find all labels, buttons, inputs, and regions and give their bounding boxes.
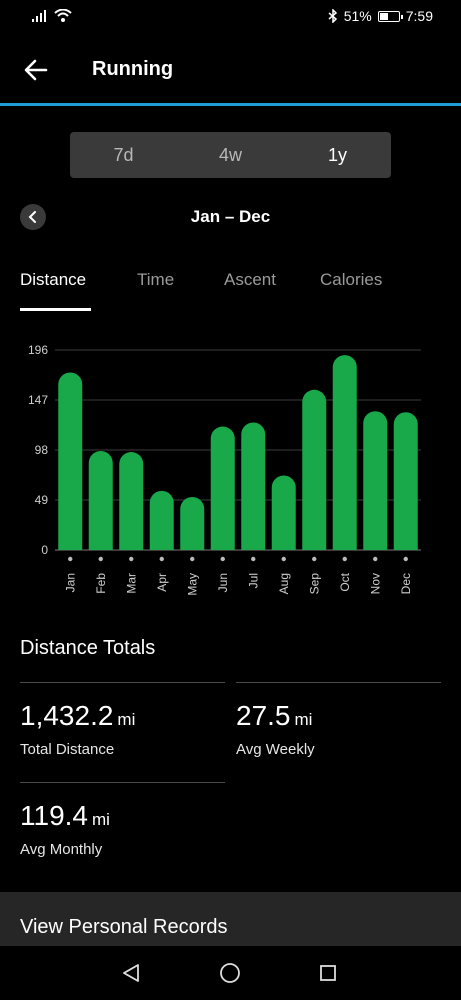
x-tick-label: Nov [368, 573, 382, 594]
stat-avg-weekly: 27.5 mi Avg Weekly [236, 700, 315, 758]
recents-square-icon [320, 965, 336, 981]
stat-label: Avg Monthly [20, 841, 103, 858]
divider [236, 682, 441, 683]
x-tick-label: Feb [94, 573, 108, 594]
wifi-icon [54, 9, 72, 22]
x-tick-label: May [185, 573, 199, 596]
date-range-label: Jan – Dec [190, 207, 271, 226]
x-tick-label: Jul [246, 573, 260, 588]
battery-icon [377, 10, 403, 22]
x-tick-dot [220, 556, 225, 562]
nav-back-button[interactable] [118, 960, 144, 986]
bar [180, 496, 205, 550]
x-tick-dot [342, 556, 347, 562]
stat-avg-monthly: 119.4 mi Avg Monthly [20, 800, 110, 858]
personal-records-row[interactable]: View Personal Records [0, 892, 461, 948]
personal-records-label: View Personal Records [20, 916, 228, 938]
nav-home-button[interactable] [217, 960, 243, 986]
tab-ascent[interactable]: Ascent [224, 270, 276, 290]
stat-unit: mi [117, 710, 136, 729]
bar [332, 355, 357, 550]
stat-value: 1,432.2 [20, 700, 114, 731]
x-tick-label: Apr [155, 573, 169, 592]
x-tick-label: Jun [216, 573, 230, 592]
x-tick-dot [373, 556, 378, 562]
x-tick-label: Dec [399, 573, 413, 594]
header-accent-line [0, 103, 461, 106]
y-tick-label: 49 [35, 493, 49, 507]
bar [88, 451, 113, 550]
status-bar: 51% 7:59 [0, 0, 461, 34]
range-option-7d[interactable]: 7d [70, 132, 177, 178]
app-header: Running [0, 34, 461, 104]
range-option-1y[interactable]: 1y [284, 132, 391, 178]
stat-value: 119.4 [20, 800, 88, 831]
back-button[interactable] [20, 54, 52, 86]
y-tick-label: 196 [28, 343, 48, 357]
stat-label: Avg Weekly [236, 741, 315, 758]
range-selector: 7d 4w 1y [70, 132, 391, 178]
tab-distance[interactable]: Distance [20, 270, 86, 290]
y-tick-label: 98 [35, 443, 49, 457]
clock: 7:59 [405, 8, 433, 24]
bar [58, 372, 83, 550]
stat-unit: mi [92, 810, 110, 829]
page-title: Running [92, 58, 174, 80]
back-triangle-icon [123, 964, 139, 982]
bar [241, 422, 266, 550]
stat-label: Total Distance [20, 741, 115, 758]
bar [271, 475, 296, 550]
x-tick-dot [403, 556, 408, 562]
totals-title: Distance Totals [20, 637, 156, 659]
y-tick-label: 0 [41, 543, 48, 557]
arrow-left-icon [24, 59, 48, 81]
x-tick-label: Mar [124, 573, 138, 594]
range-option-4w[interactable]: 4w [177, 132, 284, 178]
home-circle-icon [220, 963, 240, 983]
x-tick-label: Sep [307, 573, 321, 595]
y-tick-label: 147 [28, 393, 48, 407]
date-navigation: Jan – Dec [0, 200, 461, 234]
stat-unit: mi [294, 710, 313, 729]
stat-value: 27.5 [236, 700, 291, 731]
x-tick-label: Oct [338, 572, 352, 591]
bar [302, 389, 327, 550]
stat-total-distance: 1,432.2 mi Total Distance [20, 700, 135, 758]
bar [119, 452, 144, 550]
x-tick-label: Aug [277, 573, 291, 594]
bar [149, 490, 174, 550]
bar [363, 411, 388, 550]
metric-tabs: Distance Time Ascent Calories [0, 262, 461, 312]
x-tick-dot [251, 556, 256, 562]
x-tick-dot [98, 556, 103, 562]
nav-recents-button[interactable] [315, 960, 341, 986]
tab-underline [20, 308, 91, 311]
battery-percent: 51% [343, 8, 372, 24]
x-tick-dot [190, 556, 195, 562]
tab-time[interactable]: Time [137, 270, 174, 290]
divider [20, 682, 225, 683]
divider [20, 782, 225, 783]
bar [210, 426, 235, 550]
x-tick-dot [159, 556, 164, 562]
x-tick-dot [68, 556, 73, 562]
x-tick-dot [281, 556, 286, 562]
system-nav-bar [0, 946, 461, 1000]
bluetooth-icon [328, 9, 337, 23]
x-tick-label: Jan [63, 573, 77, 592]
signal-icon [32, 10, 46, 22]
distance-bar-chart: 0 49 98 147 196 Jan Feb Mar Apr May Jun Jul Aug Sep Oc… [28, 343, 421, 596]
x-tick-dot [129, 556, 134, 562]
x-tick-dot [312, 556, 317, 562]
tab-calories[interactable]: Calories [320, 270, 382, 290]
bar [393, 412, 418, 550]
